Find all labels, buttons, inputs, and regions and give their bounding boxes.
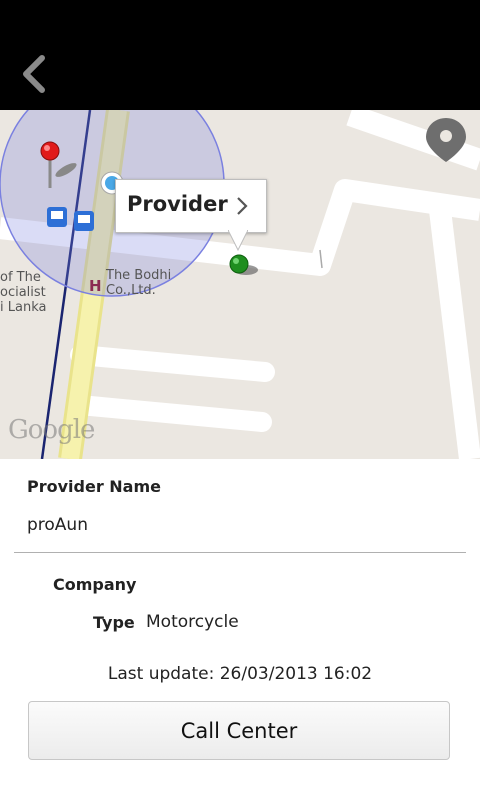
chevron-left-icon (23, 55, 45, 93)
company-label: Company (53, 575, 137, 594)
provider-marker (229, 254, 249, 274)
left-place-label: of The ocialist i Lanka (0, 270, 46, 315)
hotel-marker: H (89, 277, 102, 295)
chevron-right-icon (237, 197, 248, 215)
left-label-line2: ocialist (0, 285, 46, 300)
left-label-line1: of The (0, 270, 41, 285)
divider (14, 552, 466, 553)
type-label: Type (93, 613, 135, 632)
left-label-line3: i Lanka (0, 300, 47, 315)
provider-name-value: proAun (27, 515, 88, 535)
place-label-line2: Co.,Ltd. (106, 283, 156, 298)
provider-callout[interactable]: Provider (115, 179, 267, 233)
place-label-line1: The Bodhi (106, 268, 172, 283)
call-center-label: Call Center (180, 719, 298, 743)
callout-title: Provider (127, 192, 228, 216)
back-button[interactable] (16, 52, 56, 96)
map-view[interactable]: H The Bodhi Co.,Ltd. of The ocialist i L… (0, 110, 480, 459)
top-bar (0, 0, 480, 110)
type-value: Motorcycle (146, 612, 239, 632)
place-label: The Bodhi Co.,Ltd. (106, 268, 171, 298)
callout-tail (228, 230, 248, 252)
call-center-button[interactable]: Call Center (28, 701, 450, 760)
last-update: Last update: 26/03/2013 16:02 (107, 664, 373, 684)
google-attribution: Google (8, 415, 95, 445)
provider-name-label: Provider Name (27, 477, 161, 496)
